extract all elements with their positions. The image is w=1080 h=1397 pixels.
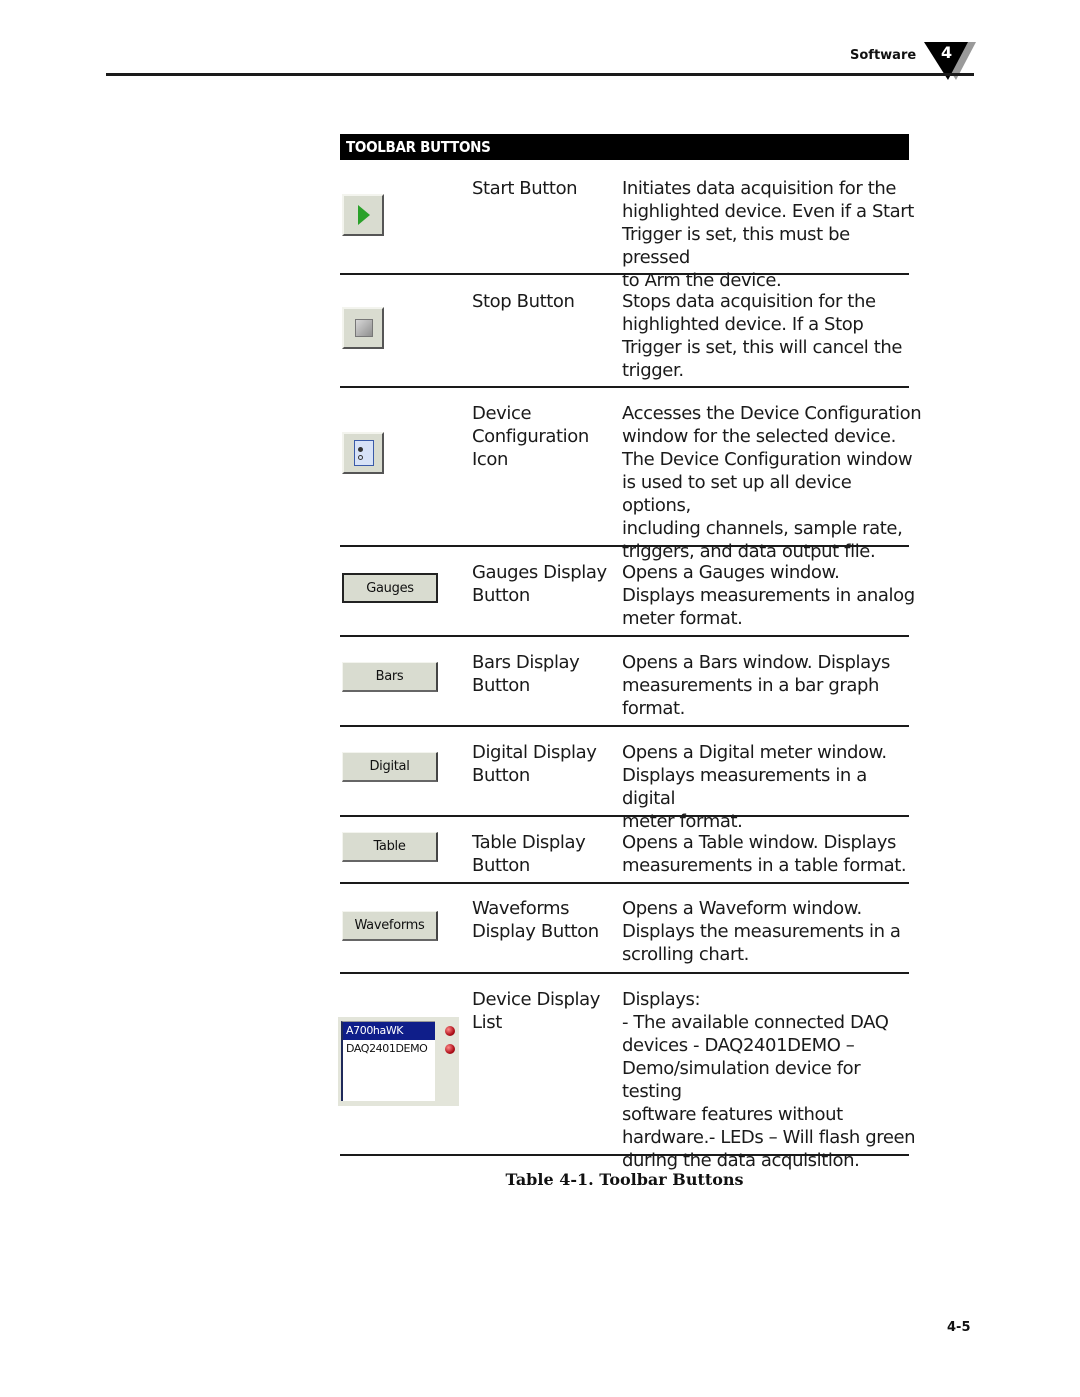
row-name: Start Button: [472, 178, 578, 199]
waveforms-button[interactable]: Waveforms: [342, 911, 438, 941]
row-description: Opens a Gauges window. Displays measurem…: [622, 562, 915, 629]
table-title: TOOLBAR BUTTONS: [340, 134, 909, 160]
table-row-stop: Stop Button Stops data acquisition for t…: [340, 275, 909, 388]
play-icon: [358, 205, 370, 225]
device-list-item[interactable]: A700haWK: [343, 1022, 435, 1040]
chapter-number: 4: [941, 43, 953, 62]
device-config-icon: [354, 440, 374, 466]
running-header: Software 4: [0, 0, 1080, 90]
device-list-item[interactable]: DAQ2401DEMO: [343, 1040, 435, 1058]
row-name: Table Display Button: [472, 832, 586, 876]
gauges-button[interactable]: Gauges: [342, 573, 438, 603]
table-button[interactable]: Table: [342, 832, 438, 862]
row-description: Opens a Bars window. Displays measuremen…: [622, 652, 891, 719]
table-row-gauges: Gauges Gauges Display Button Opens a Gau…: [340, 547, 915, 637]
device-config-button[interactable]: [342, 432, 384, 474]
stop-icon: [355, 319, 373, 337]
stop-button[interactable]: [342, 307, 384, 349]
row-name: Digital Display Button: [472, 742, 597, 786]
row-name: Waveforms Display Button: [472, 898, 599, 942]
start-button[interactable]: [342, 194, 384, 236]
row-description: Opens a Table window. Displays measureme…: [622, 832, 907, 876]
table-caption: Table 4-1. Toolbar Buttons: [505, 1170, 744, 1189]
page-number: 4-5: [947, 1320, 971, 1335]
row-description: Opens a Waveform window. Displays the me…: [622, 898, 901, 965]
table-row-digital: Digital Digital Display Button Opens a D…: [340, 727, 909, 832]
row-name: Device Configuration Icon: [472, 403, 589, 470]
device-status-led-icon: [445, 1044, 455, 1054]
table-row-device-list: A700haWK DAQ2401DEMO Device Display List…: [338, 974, 916, 1171]
table-row-table: Table Table Display Button Opens a Table…: [340, 817, 909, 884]
row-description: Displays: - The available connected DAQ …: [622, 989, 916, 1171]
table-row-start: Start Button Initiates data acquisition …: [340, 160, 914, 291]
device-listbox[interactable]: A700haWK DAQ2401DEMO: [341, 1021, 435, 1101]
row-name: Bars Display Button: [472, 652, 580, 696]
table-row-bars: Bars Bars Display Button Opens a Bars wi…: [340, 637, 909, 727]
table-row-waveforms: Waveforms Waveforms Display Button Opens…: [340, 884, 909, 974]
row-name: Device Display List: [472, 989, 601, 1033]
row-name: Gauges Display Button: [472, 562, 607, 606]
toolbar-buttons-table: TOOLBAR BUTTONS Start Button Initiates d…: [338, 134, 922, 1171]
section-title: Software: [850, 48, 917, 63]
row-name: Stop Button: [472, 291, 575, 312]
device-status-led-icon: [445, 1026, 455, 1036]
header-rule: [106, 73, 974, 76]
bars-button[interactable]: Bars: [342, 662, 438, 692]
device-display-list: A700haWK DAQ2401DEMO: [338, 1017, 459, 1106]
table-row-device-config: Device Configuration Icon Accesses the D…: [340, 388, 922, 562]
row-description: Accesses the Device Configuration window…: [622, 403, 922, 562]
row-description: Stops data acquisition for the highlight…: [622, 291, 903, 381]
digital-button[interactable]: Digital: [342, 752, 438, 782]
